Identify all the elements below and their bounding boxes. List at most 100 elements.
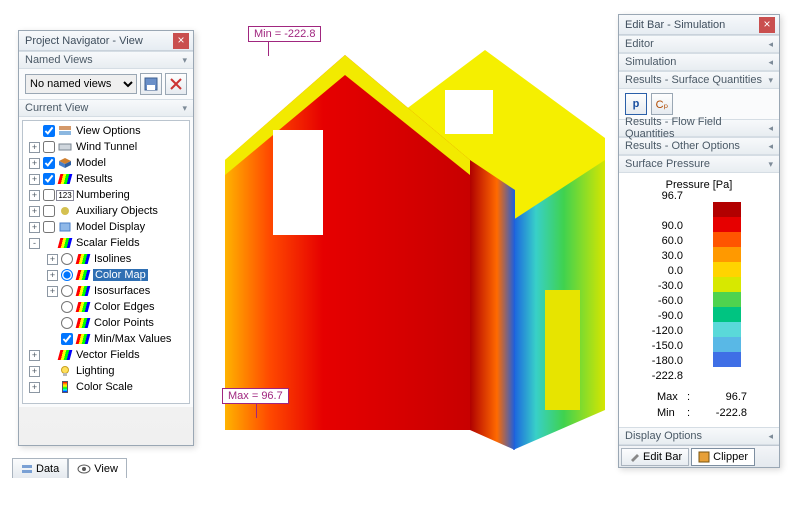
- tree-expander[interactable]: +: [29, 174, 40, 185]
- tree-checkbox[interactable]: [43, 125, 55, 137]
- section-display-options[interactable]: Display Options◂: [619, 427, 779, 445]
- tree-item-scalar-fields[interactable]: -Scalar Fields: [23, 235, 189, 251]
- current-view-header[interactable]: Current View ▾: [19, 99, 193, 117]
- aux-icon: [58, 205, 72, 217]
- named-views-body: No named views: [19, 69, 193, 99]
- tree-expander[interactable]: +: [29, 142, 40, 153]
- tree-item-lighting[interactable]: +Lighting: [23, 363, 189, 379]
- tab-clipper-label: Clipper: [713, 451, 748, 463]
- navigator-tabs: Data View: [12, 458, 127, 478]
- tab-view[interactable]: View: [68, 458, 127, 478]
- legend-swatch: [713, 322, 741, 337]
- legend-row: -120.0: [627, 315, 687, 330]
- tree-item-color-edges[interactable]: Color Edges: [23, 299, 189, 315]
- legend-swatch: [713, 217, 741, 232]
- save-view-button[interactable]: [140, 73, 162, 95]
- tree-checkbox[interactable]: [43, 157, 55, 169]
- tree-item-model[interactable]: +Model: [23, 155, 189, 171]
- tree-item-model-display[interactable]: +Model Display: [23, 219, 189, 235]
- tree-item-wind-tunnel[interactable]: +Wind Tunnel: [23, 139, 189, 155]
- tree-radio[interactable]: [61, 253, 73, 265]
- tree-radio[interactable]: [61, 285, 73, 297]
- tree-item-color-scale[interactable]: + Color Scale: [23, 379, 189, 395]
- legend-value: -222.8: [627, 370, 687, 382]
- stripe-icon: [58, 237, 72, 249]
- tree-item-numbering[interactable]: +123Numbering: [23, 187, 189, 203]
- tree-expander[interactable]: +: [47, 254, 58, 265]
- eye-icon: [77, 464, 91, 474]
- tab-data[interactable]: Data: [12, 458, 68, 478]
- tree-radio[interactable]: [61, 301, 73, 313]
- section-simulation[interactable]: Simulation◂: [619, 53, 779, 71]
- tree-item-results[interactable]: +Results: [23, 171, 189, 187]
- named-views-header[interactable]: Named Views ▾: [19, 51, 193, 69]
- tree-expander[interactable]: +: [47, 286, 58, 297]
- tree-item-color-map[interactable]: + Color Map: [23, 267, 189, 283]
- tree-radio[interactable]: [61, 317, 73, 329]
- tree-item-label: Isolines: [93, 253, 132, 265]
- tree-checkbox[interactable]: [43, 141, 55, 153]
- section-sp-label: Surface Pressure: [625, 158, 710, 170]
- editbar-close-button[interactable]: ×: [759, 17, 775, 33]
- navigator-close-button[interactable]: ×: [173, 33, 189, 49]
- tree-item-vector-fields[interactable]: +Vector Fields: [23, 347, 189, 363]
- legend-row: -222.8: [627, 360, 687, 375]
- tree-checkbox[interactable]: [43, 173, 55, 185]
- section-surface-quantities[interactable]: Results - Surface Quantities▾: [619, 71, 779, 89]
- tree-expander[interactable]: +: [29, 190, 40, 201]
- tree-expander[interactable]: +: [47, 270, 58, 281]
- tree-expander[interactable]: +: [29, 206, 40, 217]
- tree-item-isolines[interactable]: + Isolines: [23, 251, 189, 267]
- tree-expander[interactable]: -: [29, 238, 40, 249]
- section-surface-pressure[interactable]: Surface Pressure▾: [619, 155, 779, 173]
- view-options-tree[interactable]: View Options +Wind Tunnel+Model+Results+1…: [22, 120, 190, 404]
- tree-radio[interactable]: [61, 269, 73, 281]
- tree-checkbox[interactable]: [43, 189, 55, 201]
- tree-checkbox[interactable]: [43, 205, 55, 217]
- legend-swatch: [713, 232, 741, 247]
- tree-expander[interactable]: +: [29, 158, 40, 169]
- legend-row: -180.0: [627, 345, 687, 360]
- named-views-select[interactable]: No named views: [25, 74, 137, 94]
- cp-button[interactable]: Cₚ: [651, 93, 673, 115]
- stripe-icon: [76, 333, 90, 345]
- section-editor[interactable]: Editor◂: [619, 35, 779, 53]
- legend-swatch: [713, 247, 741, 262]
- tree-item-auxiliary-objects[interactable]: +Auxiliary Objects: [23, 203, 189, 219]
- tree-item-min-max-values[interactable]: Min/Max Values: [23, 331, 189, 347]
- tree-checkbox[interactable]: [61, 333, 73, 345]
- wrench-icon: [628, 451, 640, 463]
- stripe-icon: [76, 253, 90, 265]
- tree-expander[interactable]: +: [29, 222, 40, 233]
- editbar-title: Edit Bar - Simulation: [625, 19, 725, 31]
- project-navigator-panel: Project Navigator - View × Named Views ▾…: [18, 30, 194, 446]
- tree-item-label: Numbering: [75, 189, 131, 201]
- legend-swatch: [713, 337, 741, 352]
- editbar-titlebar[interactable]: Edit Bar - Simulation ×: [619, 15, 779, 35]
- tree-item-label: Color Scale: [75, 381, 134, 393]
- legend-row: -60.0: [627, 285, 687, 300]
- tree-expander[interactable]: +: [29, 350, 40, 361]
- tab-clipper[interactable]: Clipper: [691, 448, 755, 466]
- legend-swatch: [713, 352, 741, 367]
- section-flow-quantities[interactable]: Results - Flow Field Quantities◂: [619, 119, 779, 137]
- pressure-button[interactable]: p: [625, 93, 647, 115]
- edit-bar-panel: Edit Bar - Simulation × Editor◂ Simulati…: [618, 14, 780, 468]
- tree-item-view-options[interactable]: View Options: [23, 123, 189, 139]
- tree-item-isosurfaces[interactable]: +Isosurfaces: [23, 283, 189, 299]
- save-icon: [144, 77, 158, 91]
- max-annotation-pin: [256, 404, 257, 418]
- tree-expander[interactable]: +: [29, 382, 40, 393]
- navigator-title: Project Navigator - View: [25, 35, 143, 47]
- tree-item-label: View Options: [75, 125, 142, 137]
- tree-item-color-points[interactable]: Color Points: [23, 315, 189, 331]
- legend-row: 0.0: [627, 255, 687, 270]
- expand-icon: ◂: [768, 57, 773, 68]
- legend-max-value: 96.7: [697, 391, 747, 403]
- tree-expander[interactable]: +: [29, 366, 40, 377]
- tree-item-label: Color Map: [93, 269, 148, 281]
- delete-view-button[interactable]: [165, 73, 187, 95]
- tab-edit-bar[interactable]: Edit Bar: [621, 448, 689, 466]
- navigator-titlebar[interactable]: Project Navigator - View ×: [19, 31, 193, 51]
- tree-checkbox[interactable]: [43, 221, 55, 233]
